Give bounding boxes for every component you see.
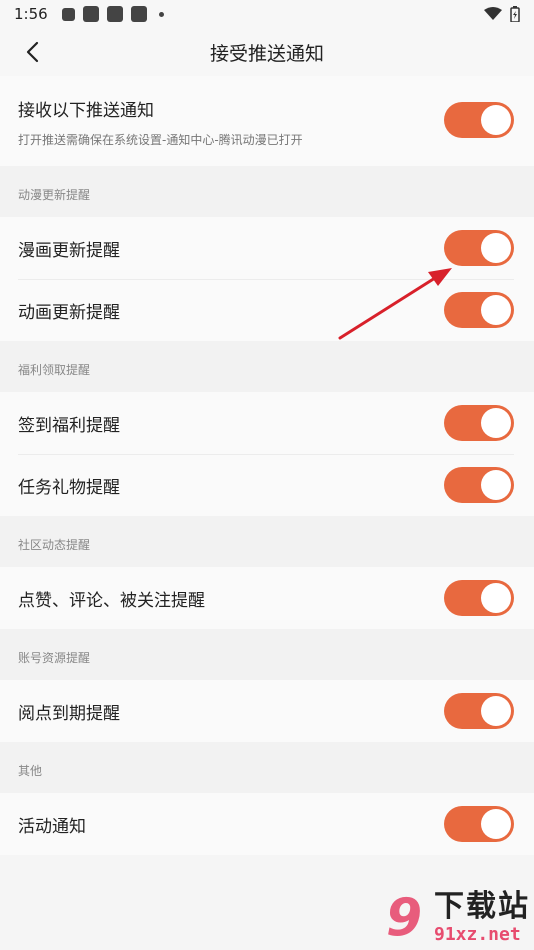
animation-update-toggle[interactable] [444,292,514,328]
setting-row-animation-update: 动画更新提醒 [0,279,534,341]
setting-row-activity: 活动通知 [0,793,534,855]
section-card-anime: 漫画更新提醒 动画更新提醒 [0,217,534,341]
page-title: 接受推送通知 [209,42,324,65]
app-notification-icon [82,6,99,22]
section-header-welfare: 福利领取提醒 [0,341,534,392]
section-header-account: 账号资源提醒 [0,629,534,680]
section-card-other: 活动通知 [0,793,534,855]
setting-row-checkin-welfare: 签到福利提醒 [0,392,534,454]
watermark: 9 下载站 91xz.net [386,888,530,948]
toggle-knob [481,470,511,500]
master-setting-hint: 打开推送需确保在系统设置-通知中心-腾讯动漫已打开 [18,133,303,147]
manga-update-toggle[interactable] [444,230,514,266]
toggle-knob [481,233,511,263]
section-header-other: 其他 [0,742,534,793]
setting-label: 活动通知 [18,816,86,837]
setting-label: 点赞、评论、被关注提醒 [18,590,205,611]
toggle-knob [481,809,511,839]
master-setting-row: 接收以下推送通知 打开推送需确保在系统设置-通知中心-腾讯动漫已打开 [0,76,534,166]
more-notifications-icon [158,11,164,17]
app-notification-icon [130,6,147,22]
notification-icon [61,7,75,21]
app-notification-icon [106,6,123,22]
section-header-community: 社区动态提醒 [0,516,534,567]
master-toggle[interactable] [444,102,514,138]
activity-toggle[interactable] [444,806,514,842]
setting-label: 动画更新提醒 [18,302,120,323]
task-gift-toggle[interactable] [444,467,514,503]
setting-row-manga-update: 漫画更新提醒 [0,217,534,279]
setting-label: 漫画更新提醒 [18,240,120,261]
toggle-knob [481,295,511,325]
setting-row-task-gift: 任务礼物提醒 [0,454,534,516]
setting-row-social: 点赞、评论、被关注提醒 [0,567,534,629]
watermark-url: 91xz.net [434,924,521,945]
watermark-logo: 9 [386,888,423,948]
status-bar: 1:56 [0,0,534,28]
points-expiry-toggle[interactable] [444,693,514,729]
battery-icon [510,6,520,22]
setting-label: 任务礼物提醒 [18,477,120,498]
watermark-title: 下载站 [434,889,530,924]
toggle-knob [481,408,511,438]
wifi-icon [484,7,502,20]
setting-row-points-expiry: 阅点到期提醒 [0,680,534,742]
section-header-anime: 动漫更新提醒 [0,166,534,217]
master-setting-label: 接收以下推送通知 [18,101,154,121]
back-button[interactable] [18,38,46,66]
section-card-welfare: 签到福利提醒 任务礼物提醒 [0,392,534,516]
checkin-welfare-toggle[interactable] [444,405,514,441]
title-bar: 接受推送通知 [0,28,534,76]
toggle-knob [481,105,511,135]
setting-label: 签到福利提醒 [18,415,120,436]
chevron-left-icon [26,41,39,63]
toggle-knob [481,583,511,613]
status-time: 1:56 [14,5,48,23]
master-card: 接收以下推送通知 打开推送需确保在系统设置-通知中心-腾讯动漫已打开 [0,76,534,166]
status-indicators [484,6,520,22]
toggle-knob [481,696,511,726]
section-card-account: 阅点到期提醒 [0,680,534,742]
setting-label: 阅点到期提醒 [18,703,120,724]
social-toggle[interactable] [444,580,514,616]
section-card-community: 点赞、评论、被关注提醒 [0,567,534,629]
